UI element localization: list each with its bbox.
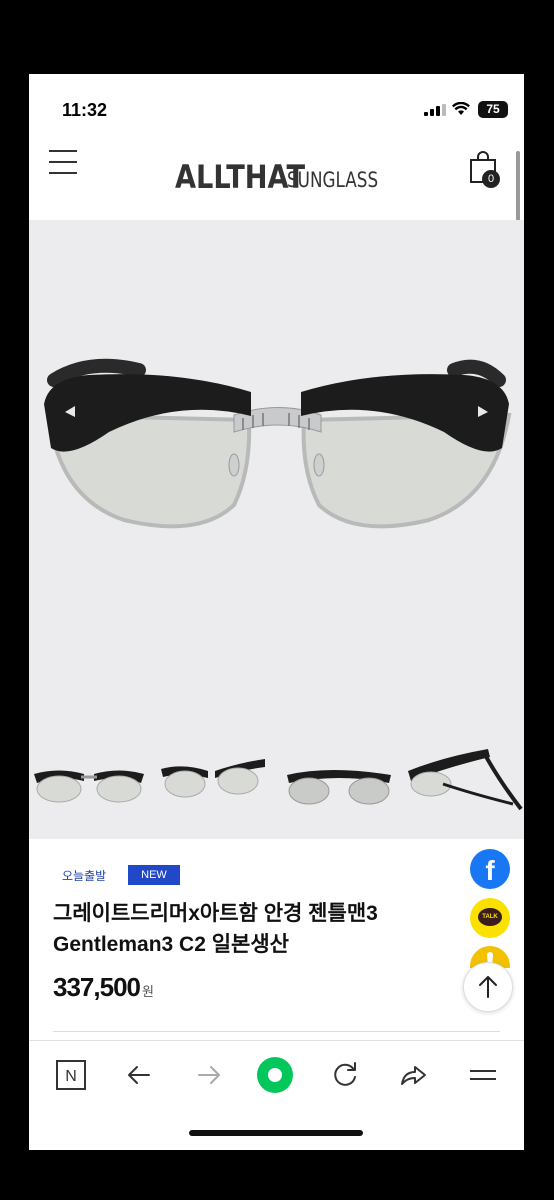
refresh-icon: [334, 1062, 356, 1086]
same-day-shipping-tag: 오늘출발: [62, 869, 107, 883]
product-info: 오늘출발 NEW 그레이트드리머x아트함 안경 젠틀맨3 Gentleman3 …: [29, 839, 524, 1029]
hamburger-icon: [470, 1070, 496, 1080]
forward-arrow-icon: [198, 1066, 220, 1084]
cart-count-badge: 0: [482, 170, 500, 188]
thumbnail-1[interactable]: [29, 739, 149, 839]
signal-icon: [424, 104, 446, 116]
n-home-icon: N: [56, 1060, 86, 1090]
home-indicator[interactable]: [189, 1130, 363, 1136]
thumbnail-strip: [29, 739, 524, 839]
refresh-button[interactable]: [327, 1057, 363, 1093]
share-icon: [401, 1066, 426, 1085]
kakaotalk-share-button[interactable]: TALK: [470, 898, 510, 938]
logo-sub: SUNGLASS: [287, 168, 379, 192]
status-time: 11:32: [62, 100, 108, 120]
divider: [53, 1031, 500, 1032]
facebook-icon: f: [485, 855, 495, 886]
status-bar: 11:32 75: [29, 74, 524, 144]
facebook-share-button[interactable]: f: [470, 849, 510, 889]
product-name-line2: Gentleman3 C2 일본생산: [53, 933, 289, 956]
back-button[interactable]: [121, 1057, 157, 1093]
browser-toolbar: N: [29, 1040, 524, 1111]
eyeglasses-image: [44, 358, 512, 529]
arrow-up-icon: [479, 976, 497, 998]
logo-main: ALLTHAT: [175, 158, 306, 196]
product-main-image[interactable]: [29, 220, 524, 739]
menu-icon[interactable]: [49, 150, 79, 180]
page-scrollbar[interactable]: [516, 151, 520, 224]
back-arrow-icon: [128, 1066, 150, 1084]
price-currency: 원: [141, 984, 154, 999]
thumbnail-4[interactable]: [403, 739, 524, 839]
thumbnail-2[interactable]: [153, 739, 273, 839]
battery-indicator: 75: [478, 101, 508, 118]
wifi-icon: [452, 102, 470, 115]
cart-button[interactable]: 0: [468, 150, 502, 188]
price-value: 337,500: [53, 972, 141, 1002]
green-dot-icon: [257, 1057, 293, 1093]
thumbnail-3[interactable]: [279, 739, 399, 839]
product-name-line1: 그레이트드리머x아트함 안경 젠틀맨3: [53, 902, 378, 925]
phone-screen: 11:32 75 ALLTHAT SUNGLASS 0 오늘출발 NEW 그레이…: [29, 74, 524, 1150]
site-logo[interactable]: ALLTHAT SUNGLASS: [175, 158, 378, 196]
menu-button[interactable]: [465, 1057, 501, 1093]
naver-green-button[interactable]: [257, 1057, 293, 1093]
product-price: 337,500 원: [53, 972, 154, 1003]
product-name: 그레이트드리머x아트함 안경 젠틀맨3 Gentleman3 C2 일본생산: [53, 898, 453, 960]
share-button[interactable]: [395, 1057, 431, 1093]
new-badge: NEW: [128, 865, 180, 885]
site-header: ALLTHAT SUNGLASS 0: [29, 144, 524, 219]
scroll-to-top-button[interactable]: [463, 962, 513, 1012]
forward-button[interactable]: [191, 1057, 227, 1093]
svg-text:N: N: [65, 1068, 77, 1085]
n-home-button[interactable]: N: [53, 1057, 89, 1093]
kakaotalk-icon: TALK: [478, 908, 502, 926]
